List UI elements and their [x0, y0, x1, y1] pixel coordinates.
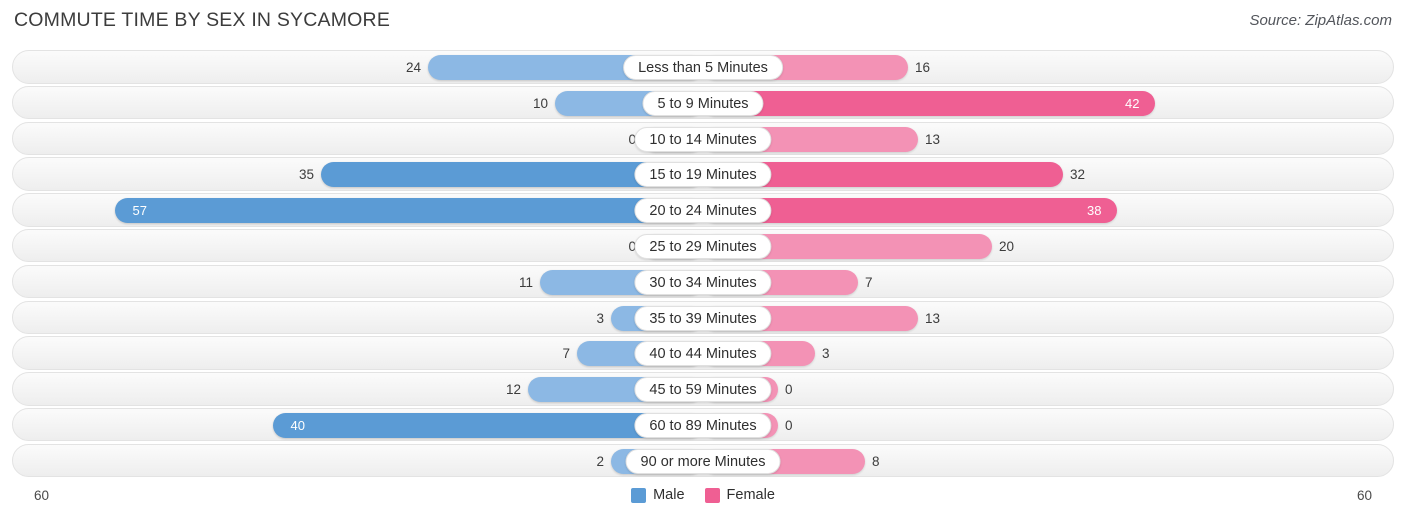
male-value-label: 24 [405, 60, 421, 75]
category-label: 35 to 39 Minutes [634, 305, 772, 331]
category-label: 90 or more Minutes [625, 448, 781, 474]
female-value-label: 7 [865, 274, 873, 290]
row-track: 35 32 15 to 19 Minutes [13, 158, 1393, 190]
category-label: 20 to 24 Minutes [634, 198, 772, 224]
table-row[interactable]: 40 0 60 to 89 Minutes [12, 407, 1394, 442]
legend-label: Female [726, 487, 775, 503]
category-label: 45 to 59 Minutes [634, 377, 772, 403]
category-label: 25 to 29 Minutes [634, 233, 772, 259]
row-track: 12 0 45 to 59 Minutes [13, 373, 1393, 405]
male-value-label: 40 [290, 417, 305, 433]
legend-label: Male [653, 487, 685, 503]
legend-swatch-icon [631, 487, 647, 503]
male-value-label: 12 [505, 382, 521, 398]
male-value-label: 11 [518, 274, 533, 290]
table-row[interactable]: 0 20 25 to 29 Minutes [12, 228, 1394, 263]
female-bar[interactable] [703, 90, 1155, 116]
female-value-label: 42 [1125, 95, 1140, 111]
table-row[interactable]: 7 3 40 to 44 Minutes [12, 336, 1394, 370]
male-value-label: 35 [298, 167, 314, 183]
female-value-label: 13 [925, 310, 941, 326]
row-track: 2 8 90 or more Minutes [13, 445, 1393, 477]
female-value-label: 0 [785, 382, 793, 398]
row-track: 0 20 25 to 29 Minutes [13, 230, 1393, 262]
male-bar[interactable] [115, 198, 703, 224]
legend-swatch-icon [704, 487, 720, 503]
male-value-label: 7 [562, 346, 570, 362]
female-value-label: 3 [822, 346, 830, 362]
legend-item-female[interactable]: Female [704, 487, 775, 503]
male-value-label: 2 [596, 453, 604, 469]
female-value-label: 16 [915, 60, 931, 75]
category-label: 5 to 9 Minutes [642, 90, 764, 116]
table-row[interactable]: 0 13 10 to 14 Minutes [12, 121, 1394, 156]
row-track: 7 3 40 to 44 Minutes [13, 337, 1393, 369]
male-value-label: 10 [532, 95, 548, 111]
table-row[interactable]: 3 13 35 to 39 Minutes [12, 300, 1394, 335]
table-row[interactable]: 35 32 15 to 19 Minutes [12, 157, 1394, 191]
female-value-label: 20 [999, 238, 1015, 254]
male-value-label: 3 [596, 310, 604, 326]
female-value-label: 38 [1087, 203, 1102, 219]
row-track: 40 0 60 to 89 Minutes [13, 409, 1393, 441]
category-label: 40 to 44 Minutes [634, 341, 772, 367]
male-value-label: 57 [132, 203, 147, 219]
table-row[interactable]: 24 16 Less than 5 Minutes [12, 50, 1394, 84]
category-label: 30 to 34 Minutes [634, 269, 772, 295]
chart-legend: Male Female [0, 487, 1406, 503]
source-attribution: Source: ZipAtlas.com [1249, 12, 1392, 29]
row-track: 3 13 35 to 39 Minutes [13, 302, 1393, 334]
table-row[interactable]: 10 42 5 to 9 Minutes [12, 85, 1394, 120]
female-value-label: 32 [1070, 167, 1086, 183]
diverging-bar-chart: 24 16 Less than 5 Minutes 10 42 5 to 9 Minute… [12, 50, 1394, 485]
category-label: 10 to 14 Minutes [634, 126, 772, 152]
category-label: 60 to 89 Minutes [634, 412, 772, 438]
female-value-label: 13 [925, 131, 941, 147]
row-track: 24 16 Less than 5 Minutes [13, 51, 1393, 83]
female-value-label: 0 [785, 417, 793, 433]
category-label: Less than 5 Minutes [623, 55, 783, 80]
row-track: 57 38 20 to 24 Minutes [13, 194, 1393, 226]
legend-item-male[interactable]: Male [631, 487, 685, 503]
table-row[interactable]: 2 8 90 or more Minutes [12, 443, 1394, 478]
table-row[interactable]: 57 38 20 to 24 Minutes [12, 193, 1394, 227]
row-track: 0 13 10 to 14 Minutes [13, 123, 1393, 155]
page-title: COMMUTE TIME BY SEX IN SYCAMORE [14, 9, 391, 31]
row-track: 10 42 5 to 9 Minutes [13, 87, 1393, 119]
category-label: 15 to 19 Minutes [634, 162, 772, 188]
chart-page: COMMUTE TIME BY SEX IN SYCAMORE Source: … [0, 0, 1406, 523]
row-track: 11 7 30 to 34 Minutes [13, 266, 1393, 298]
female-value-label: 8 [872, 453, 880, 469]
table-row[interactable]: 11 7 30 to 34 Minutes [12, 264, 1394, 299]
table-row[interactable]: 12 0 45 to 59 Minutes [12, 372, 1394, 406]
